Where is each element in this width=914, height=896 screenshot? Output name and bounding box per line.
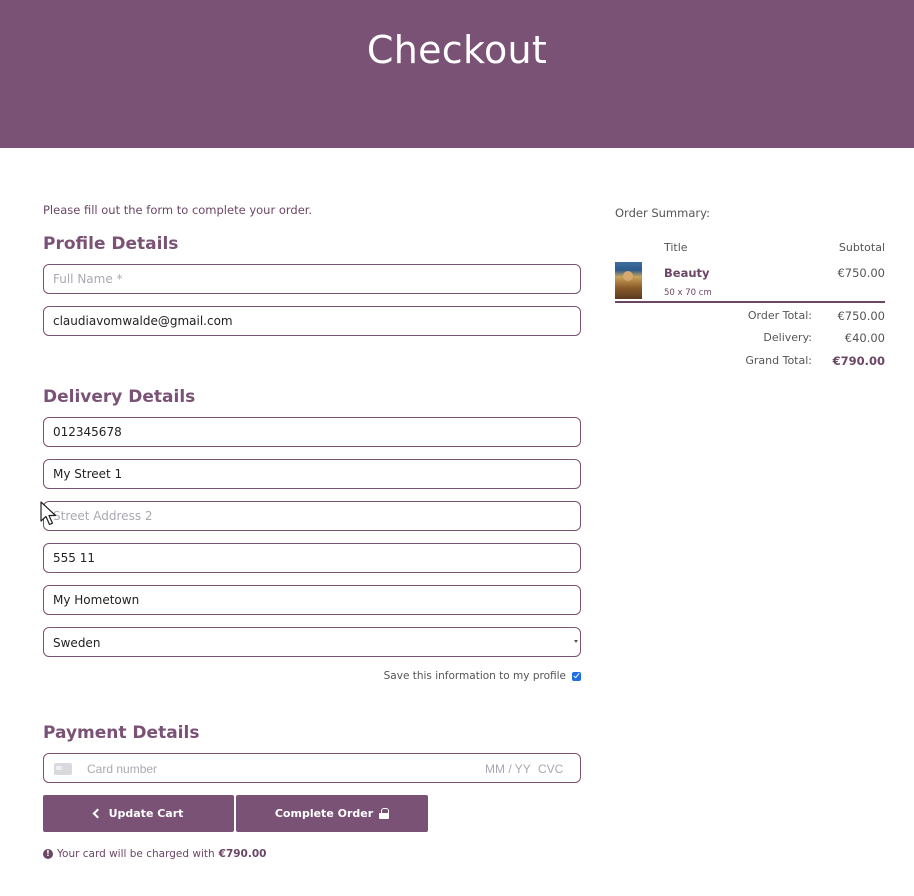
country-select[interactable]: Sweden (43, 627, 581, 657)
summary-divider (615, 301, 885, 303)
product-name[interactable]: Beauty (664, 266, 710, 280)
charge-note-amount: €790.00 (218, 848, 267, 860)
order-total-label: Order Total: (747, 309, 812, 322)
payment-section-title: Payment Details (43, 723, 200, 743)
street-address-1-input[interactable] (43, 459, 581, 489)
complete-order-button[interactable]: Complete Order (236, 795, 428, 832)
email-input[interactable] (43, 306, 581, 336)
delivery-value: €40.00 (844, 331, 885, 345)
form-intro-text: Please fill out the form to complete you… (43, 203, 313, 217)
phone-input[interactable] (43, 417, 581, 447)
chevron-down-icon (574, 640, 578, 643)
mouse-cursor-icon (40, 501, 57, 526)
town-input[interactable] (43, 585, 581, 615)
product-thumbnail[interactable] (615, 262, 642, 299)
full-name-input[interactable] (43, 264, 581, 294)
postcode-input[interactable] (43, 543, 581, 573)
street-address-2-input[interactable] (43, 501, 581, 531)
card-cvc-placeholder: CVC (538, 762, 564, 776)
info-icon: ! (43, 849, 53, 859)
save-info-checkbox[interactable] (572, 671, 581, 681)
update-cart-label: Update Cart (108, 807, 184, 820)
charge-note: ! Your card will be charged with €790.00 (43, 848, 266, 860)
page-header: Checkout (0, 0, 914, 148)
credit-card-icon (54, 763, 72, 775)
card-input[interactable]: Card number MM / YY CVC (43, 753, 581, 783)
update-cart-button[interactable]: Update Cart (43, 795, 234, 832)
complete-order-label: Complete Order (274, 807, 374, 820)
save-info-label: Save this information to my profile (383, 670, 566, 682)
order-total-value: €750.00 (837, 309, 885, 323)
delivery-section-title: Delivery Details (43, 387, 196, 407)
card-number-placeholder: Card number (87, 762, 158, 776)
summary-col-title: Title (664, 241, 688, 254)
delivery-label: Delivery: (763, 331, 812, 344)
grand-total-label: Grand Total: (745, 354, 812, 367)
summary-col-subtotal: Subtotal (838, 241, 885, 254)
product-size: 50 x 70 cm (664, 288, 712, 298)
order-summary-title: Order Summary: (615, 206, 710, 220)
country-selected-value: Sweden (53, 636, 101, 650)
chevron-left-icon (92, 808, 103, 819)
card-expiry-placeholder: MM / YY (485, 762, 531, 776)
grand-total-value: €790.00 (832, 354, 885, 368)
profile-section-title: Profile Details (43, 234, 179, 254)
save-info-row: Save this information to my profile (384, 670, 581, 682)
product-subtotal: €750.00 (837, 266, 885, 280)
page-title: Checkout (366, 28, 548, 72)
charge-note-text: Your card will be charged with (57, 848, 215, 860)
lock-icon (379, 808, 390, 819)
